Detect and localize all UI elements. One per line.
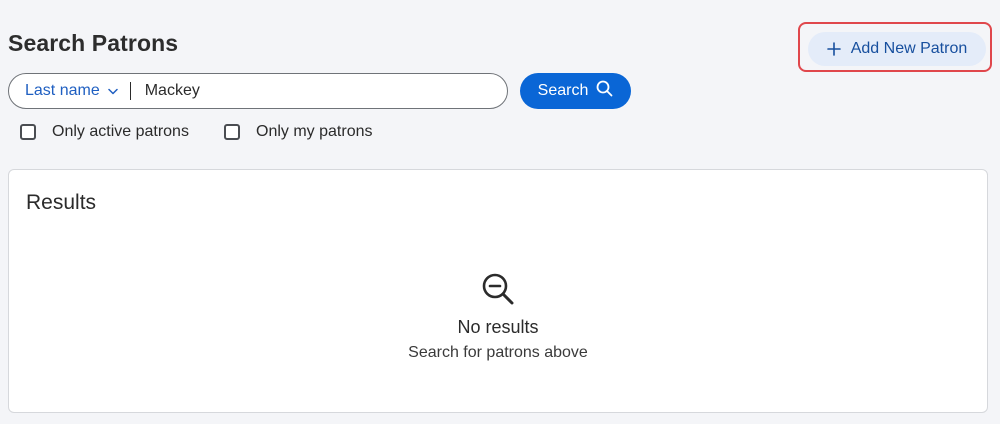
patron-search-box: Last name	[8, 73, 508, 109]
add-new-patron-label: Add New Patron	[850, 40, 968, 57]
chevron-down-icon	[107, 82, 118, 100]
empty-state-title: No results	[457, 317, 539, 337]
add-new-patron-highlight: Add New Patron	[798, 22, 992, 72]
add-new-patron-button[interactable]: Add New Patron	[808, 32, 986, 66]
active-patrons-label: Only active patrons	[52, 123, 189, 140]
search-field-divider	[129, 82, 131, 100]
page-title: Search Patrons	[8, 30, 179, 56]
results-panel: Results No results Search for patrons ab…	[8, 169, 988, 413]
filter-my-patrons[interactable]: Only my patrons	[224, 123, 372, 141]
plus-icon	[826, 42, 841, 56]
results-title: Results	[26, 191, 97, 214]
empty-state: No results Search for patrons above	[9, 272, 987, 362]
zoom-out-icon	[481, 272, 515, 311]
my-patrons-label: Only my patrons	[256, 123, 373, 140]
search-field-label: Last name	[25, 82, 100, 99]
empty-state-subtitle: Search for patrons above	[408, 344, 588, 361]
search-icon	[596, 80, 613, 102]
filter-active-patrons[interactable]: Only active patrons	[20, 123, 189, 141]
search-field-select[interactable]: Last name	[9, 74, 128, 108]
search-button[interactable]: Search	[520, 73, 631, 109]
active-patrons-checkbox[interactable]	[20, 124, 36, 140]
search-input[interactable]	[144, 82, 445, 100]
my-patrons-checkbox[interactable]	[224, 124, 240, 140]
search-button-label: Search	[537, 82, 589, 99]
